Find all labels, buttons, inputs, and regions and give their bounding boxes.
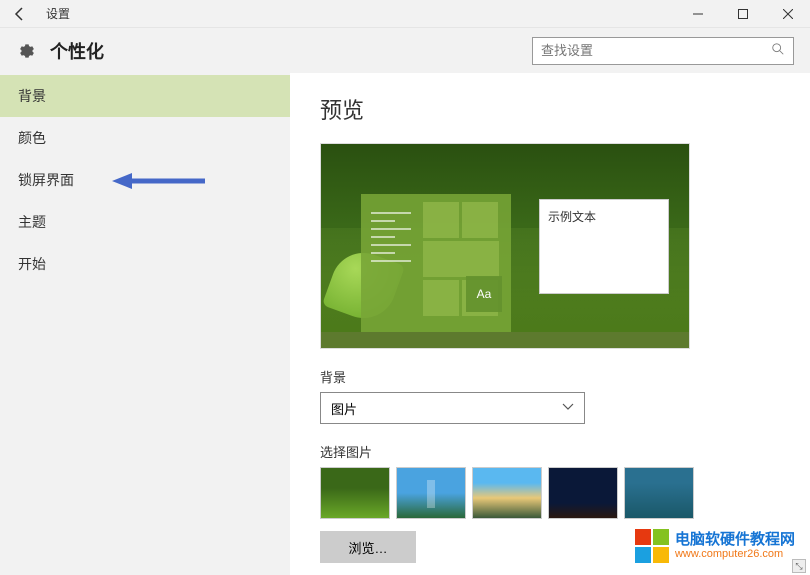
sidebar-item-label: 开始 xyxy=(18,254,46,274)
search-icon xyxy=(771,42,785,59)
thumbnail-4[interactable] xyxy=(548,467,618,519)
sidebar-item-themes[interactable]: 主题 xyxy=(0,201,290,243)
sidebar-item-label: 背景 xyxy=(18,86,46,106)
window-title: 设置 xyxy=(40,5,70,22)
sidebar-item-colors[interactable]: 颜色 xyxy=(0,117,290,159)
scroll-corner-icon[interactable]: ⤡ xyxy=(792,559,806,573)
search-box[interactable] xyxy=(532,37,794,65)
preview-aa-tile: Aa xyxy=(466,276,502,312)
watermark-url: www.computer26.com xyxy=(675,548,795,560)
preview-image: Aa 示例文本 xyxy=(320,143,690,349)
preview-heading: 预览 xyxy=(320,93,780,125)
thumbnail-2[interactable] xyxy=(396,467,466,519)
dropdown-value: 图片 xyxy=(331,399,357,418)
gear-icon xyxy=(16,40,38,62)
maximize-button[interactable] xyxy=(720,0,765,28)
background-dropdown[interactable]: 图片 xyxy=(320,392,585,424)
watermark: 电脑软硬件教程网 www.computer26.com xyxy=(635,529,795,563)
search-input[interactable] xyxy=(541,43,771,58)
thumbnail-5[interactable] xyxy=(624,467,694,519)
chevron-down-icon xyxy=(562,401,574,416)
preview-sample-window: 示例文本 xyxy=(539,199,669,294)
main-panel: 预览 Aa 示例文本 xyxy=(290,73,810,575)
preview-start-menu: Aa xyxy=(361,194,511,334)
sidebar: 背景 颜色 锁屏界面 主题 开始 xyxy=(0,73,290,575)
sidebar-item-start[interactable]: 开始 xyxy=(0,243,290,285)
sidebar-item-background[interactable]: 背景 xyxy=(0,75,290,117)
sidebar-item-label: 主题 xyxy=(18,212,46,232)
titlebar: 设置 xyxy=(0,0,810,28)
browse-button-label: 浏览… xyxy=(348,538,387,557)
sidebar-item-label: 颜色 xyxy=(18,128,46,148)
background-label: 背景 xyxy=(320,367,780,386)
choose-picture-label: 选择图片 xyxy=(320,442,780,461)
thumbnail-3[interactable] xyxy=(472,467,542,519)
watermark-text: 电脑软硬件教程网 xyxy=(675,532,795,549)
sidebar-item-lockscreen[interactable]: 锁屏界面 xyxy=(0,159,290,201)
picture-thumbnails xyxy=(320,467,780,519)
back-button[interactable] xyxy=(0,0,40,28)
thumbnail-1[interactable] xyxy=(320,467,390,519)
sample-text-label: 示例文本 xyxy=(548,210,596,224)
sidebar-item-label: 锁屏界面 xyxy=(18,170,74,190)
close-button[interactable] xyxy=(765,0,810,28)
minimize-button[interactable] xyxy=(675,0,720,28)
browse-button[interactable]: 浏览… xyxy=(320,531,416,563)
header: 个性化 xyxy=(0,28,810,73)
page-title: 个性化 xyxy=(50,38,104,64)
watermark-logo xyxy=(635,529,669,563)
window-controls xyxy=(675,0,810,28)
